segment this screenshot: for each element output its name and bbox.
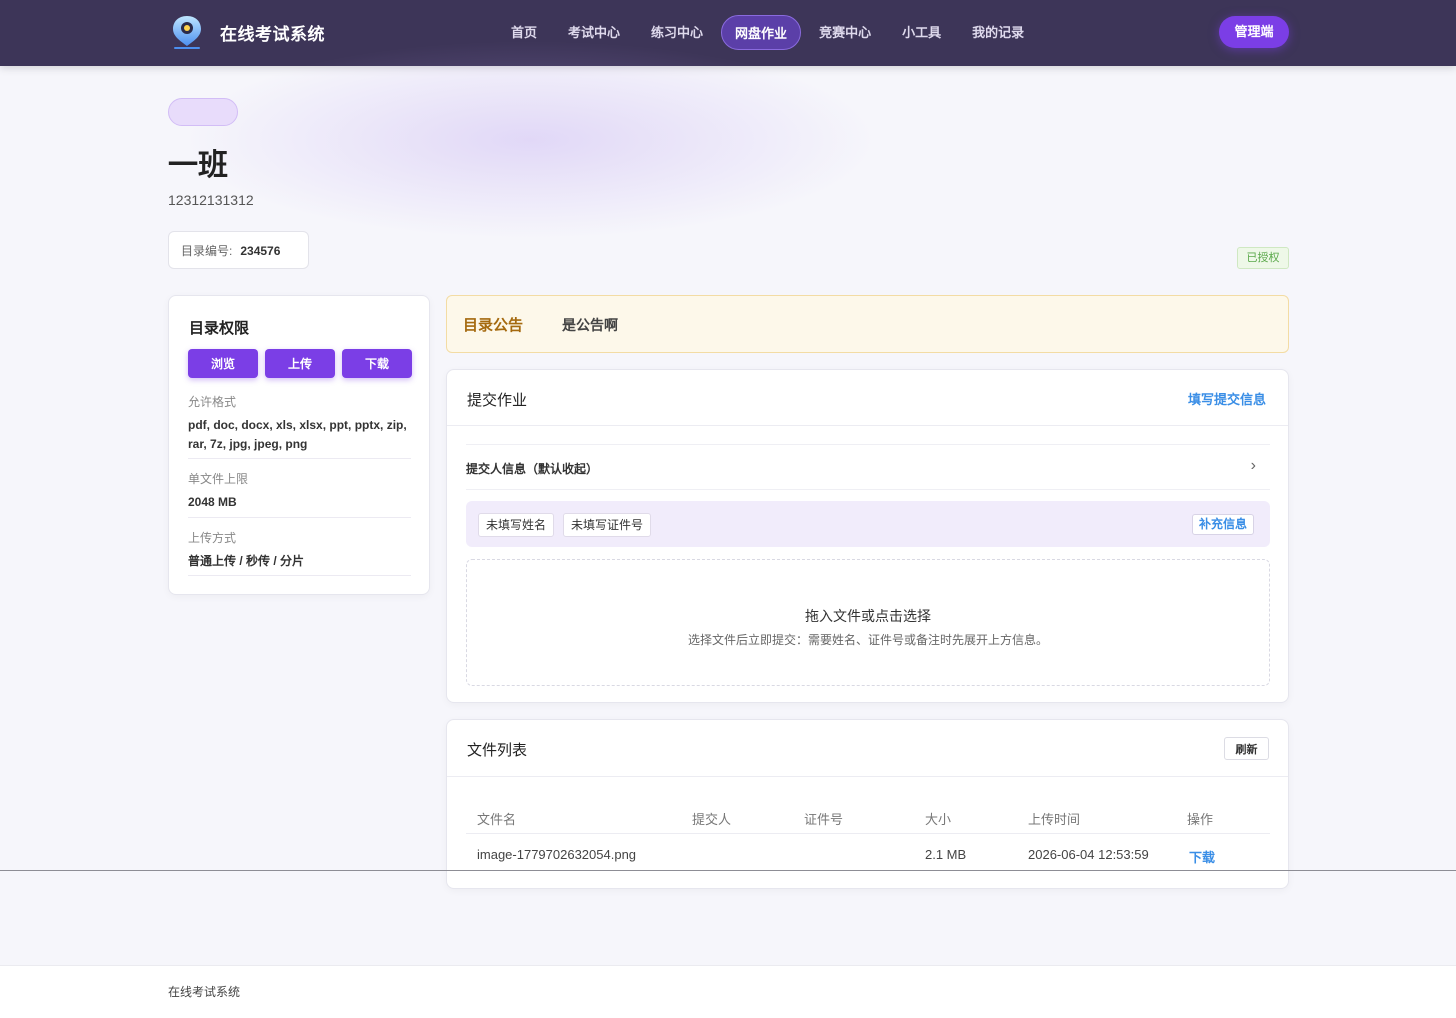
permission-buttons: 浏览 上传 下载: [188, 349, 419, 378]
footer-text: 在线考试系统: [168, 985, 241, 999]
column-header-filename: 文件名: [477, 812, 517, 827]
missing-id-chip: 未填写证件号: [563, 513, 652, 537]
allowed-formats-label: 允许格式: [188, 395, 237, 409]
divider: [447, 776, 1288, 777]
file-size-limit-value: 2048 MB: [188, 495, 237, 509]
admin-button[interactable]: 管理端: [1219, 16, 1289, 48]
divider: [188, 517, 411, 518]
announcement-text: 是公告啊: [562, 317, 618, 333]
supplement-info-button[interactable]: 补充信息: [1191, 514, 1254, 535]
file-name-cell: image-1779702632054.png: [477, 847, 637, 862]
submit-homework-title: 提交作业: [467, 392, 528, 409]
column-header-upload-time: 上传时间: [1028, 812, 1081, 827]
upload-mode-label: 上传方式: [188, 531, 237, 545]
dropzone-hint: 选择文件后立即提交：需要姓名、证件号或备注时先展开上方信息。: [687, 633, 1048, 647]
missing-info-bar: 未填写姓名 未填写证件号 补充信息: [466, 501, 1270, 547]
table-row: image-1779702632054.png 2.1 MB 2026-06-0…: [466, 838, 1270, 872]
nav-item-tools[interactable]: 小工具: [889, 15, 954, 50]
announcement-label: 目录公告: [463, 317, 524, 334]
column-header-size: 大小: [925, 812, 952, 827]
directory-number-value: 234576: [240, 244, 281, 258]
divider: [0, 870, 1456, 871]
upload-mode: 上传方式 普通上传 / 秒传 / 分片: [188, 529, 411, 571]
upload-mode-value: 普通上传 / 秒传 / 分片: [188, 554, 305, 568]
table-header-row: 文件名 提交人 证件号 大小 上传时间 操作: [466, 800, 1270, 834]
footer: 在线考试系统: [0, 965, 1456, 1018]
file-dropzone[interactable]: 拖入文件或点击选择 选择文件后立即提交：需要姓名、证件号或备注时先展开上方信息。: [466, 559, 1270, 686]
file-list-card: 文件列表 刷新 文件名 提交人 证件号 大小 上传时间 操作 image-177…: [446, 719, 1289, 889]
browse-button[interactable]: 浏览: [188, 349, 258, 378]
authorized-badge: 已授权: [1237, 247, 1289, 269]
page-description: 12312131312: [168, 192, 254, 208]
size-cell: 2.1 MB: [925, 847, 967, 862]
directory-number: 目录编号: 234576: [168, 231, 309, 269]
chevron-right-icon: ›: [1250, 457, 1256, 474]
submitter-info-label: 提交人信息（默认收起）: [466, 462, 599, 476]
directory-number-label: 目录编号:: [181, 244, 233, 258]
fill-submit-info-link[interactable]: 填写提交信息: [1188, 389, 1266, 408]
upload-time-cell: 2026-06-04 12:53:59: [1028, 847, 1149, 862]
upload-button[interactable]: 上传: [265, 349, 335, 378]
file-list-title: 文件列表: [467, 742, 528, 759]
file-size-limit-label: 单文件上限: [188, 472, 249, 486]
download-link[interactable]: 下载: [1189, 847, 1215, 866]
hero-glow: [180, 40, 880, 240]
directory-announcement: 目录公告 是公告啊: [446, 295, 1289, 353]
submit-homework-card: 提交作业 填写提交信息 提交人信息（默认收起） › 未填写姓名 未填写证件号 补…: [446, 369, 1289, 703]
submitter-info-toggle[interactable]: 提交人信息（默认收起） ›: [466, 444, 1270, 490]
permissions-title: 目录权限: [189, 320, 250, 337]
dropzone-title: 拖入文件或点击选择: [805, 608, 931, 624]
allowed-formats-value: pdf, doc, docx, xls, xlsx, ppt, pptx, zi…: [188, 418, 407, 451]
divider: [447, 425, 1288, 426]
divider: [188, 458, 411, 459]
directory-permissions-card: 目录权限 浏览 上传 下载 允许格式 pdf, doc, docx, xls, …: [168, 295, 430, 595]
column-header-submitter: 提交人: [692, 812, 732, 827]
column-header-id-number: 证件号: [804, 812, 844, 827]
download-button[interactable]: 下载: [342, 349, 412, 378]
hero-badge: [168, 98, 238, 126]
file-table: 文件名 提交人 证件号 大小 上传时间 操作 image-17797026320…: [466, 800, 1270, 872]
refresh-button[interactable]: 刷新: [1224, 737, 1269, 760]
file-size-limit: 单文件上限 2048 MB: [188, 470, 411, 512]
page-title: 一班: [168, 149, 228, 182]
allowed-formats: 允许格式 pdf, doc, docx, xls, xlsx, ppt, ppt…: [188, 393, 411, 454]
divider: [188, 575, 411, 576]
column-header-action: 操作: [1187, 812, 1214, 827]
nav-item-my-records[interactable]: 我的记录: [959, 15, 1037, 50]
missing-name-chip: 未填写姓名: [478, 513, 555, 537]
